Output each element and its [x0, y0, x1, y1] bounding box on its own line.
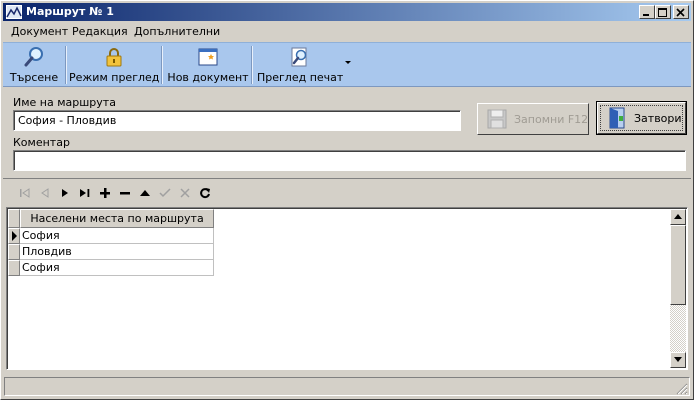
- scroll-up-button[interactable]: [670, 209, 686, 225]
- table-row[interactable]: София: [8, 228, 214, 244]
- view-mode-button[interactable]: Режим преглед: [69, 43, 159, 87]
- grid-cell[interactable]: София: [20, 228, 214, 244]
- nav-refresh-button[interactable]: [197, 186, 213, 200]
- column-header-places[interactable]: Населени места по маршрута: [20, 209, 214, 228]
- arrow-down-icon: [674, 357, 682, 362]
- vertical-scrollbar[interactable]: [670, 209, 686, 368]
- new-document-button[interactable]: Нов документ: [167, 43, 249, 87]
- nav-cancel-button[interactable]: [177, 186, 193, 200]
- refresh-icon: [200, 188, 210, 199]
- row-indicator: [8, 244, 20, 260]
- nav-delete-button[interactable]: [117, 186, 133, 200]
- save-button[interactable]: Запомни F12: [477, 103, 589, 135]
- minimize-button[interactable]: [639, 5, 655, 19]
- maximize-button[interactable]: [655, 5, 671, 19]
- window-title: Маршрут № 1: [26, 5, 114, 18]
- nav-insert-button[interactable]: [97, 186, 113, 200]
- lock-icon: [103, 46, 125, 68]
- plus-icon: [100, 188, 110, 198]
- grid-cell[interactable]: София: [20, 260, 214, 276]
- minimize-icon: [643, 14, 649, 16]
- print-preview-button[interactable]: Преглед печат: [257, 43, 343, 87]
- grid-header: Населени места по маршрута: [8, 209, 214, 228]
- close-button-label: Затвори: [634, 112, 682, 125]
- route-name-label: Име на маршрута: [13, 96, 116, 109]
- resize-grip-icon[interactable]: [676, 383, 688, 395]
- save-button-label: Запомни F12: [514, 113, 589, 126]
- data-navigator: [3, 178, 691, 206]
- arrow-up-icon: [674, 214, 682, 219]
- new-document-label: Нов документ: [167, 71, 249, 84]
- comment-input[interactable]: [13, 150, 686, 171]
- toolbar: Търсене Режим преглед Нов документ Прегл…: [3, 42, 691, 87]
- table-row[interactable]: София: [8, 260, 214, 276]
- route-name-input[interactable]: София - Пловдив: [13, 110, 461, 131]
- close-icon: [676, 8, 685, 17]
- grid-cell[interactable]: Пловдив: [20, 244, 214, 260]
- menu-document[interactable]: Документ: [11, 25, 68, 38]
- nav-edit-button[interactable]: [137, 186, 153, 200]
- menu-extra[interactable]: Допълнителни: [134, 25, 220, 38]
- current-row-arrow-icon: [12, 231, 17, 241]
- checkmark-icon: [159, 188, 171, 198]
- maximize-icon: [658, 8, 667, 17]
- app-icon: [6, 4, 22, 20]
- toolbar-separator: [65, 46, 67, 84]
- grid-corner: [8, 209, 20, 228]
- title-bar[interactable]: Маршрут № 1: [3, 3, 691, 21]
- row-indicator: [8, 228, 20, 244]
- nav-first-button[interactable]: [17, 186, 33, 200]
- row-indicator: [8, 260, 20, 276]
- nav-post-button[interactable]: [157, 186, 173, 200]
- nav-prior-button[interactable]: [37, 186, 53, 200]
- floppy-disk-icon: [486, 108, 508, 133]
- search-label: Търсене: [9, 71, 59, 84]
- toolbar-separator: [161, 46, 163, 84]
- exit-door-icon: [606, 107, 628, 132]
- next-record-icon: [62, 189, 68, 197]
- triangle-up-icon: [140, 190, 150, 196]
- app-window: Маршрут № 1 Документ Редакция Допълнител…: [0, 0, 694, 400]
- menu-edit[interactable]: Редакция: [72, 25, 128, 38]
- status-bar: [4, 377, 690, 397]
- first-record-icon: [20, 188, 30, 198]
- toolbar-overflow-button[interactable]: [343, 43, 353, 87]
- cancel-x-icon: [180, 188, 190, 198]
- last-record-icon: [80, 189, 90, 197]
- toolbar-separator: [251, 46, 253, 84]
- chevron-down-icon: [345, 61, 351, 64]
- status-panel: [4, 377, 690, 396]
- table-row[interactable]: Пловдив: [8, 244, 214, 260]
- nav-next-button[interactable]: [57, 186, 73, 200]
- scroll-down-button[interactable]: [670, 352, 686, 368]
- menu-bar: Документ Редакция Допълнителни: [3, 22, 691, 41]
- comment-label: Коментар: [13, 136, 70, 149]
- new-document-icon: [197, 46, 219, 68]
- nav-last-button[interactable]: [77, 186, 93, 200]
- close-window-button[interactable]: [673, 5, 689, 19]
- scroll-thumb[interactable]: [670, 225, 686, 305]
- print-preview-icon: [289, 46, 311, 68]
- magnifier-icon: [23, 46, 45, 68]
- print-preview-label: Преглед печат: [257, 71, 344, 84]
- search-button[interactable]: Търсене: [5, 43, 63, 87]
- prior-record-icon: [41, 188, 49, 198]
- places-grid[interactable]: Населени места по маршрута София Пловдив…: [6, 207, 688, 370]
- view-mode-label: Режим преглед: [69, 71, 160, 84]
- close-button[interactable]: Затвори: [596, 101, 687, 135]
- route-form: Име на маршрута София - Пловдив Запомни …: [3, 88, 691, 176]
- minus-icon: [120, 192, 130, 195]
